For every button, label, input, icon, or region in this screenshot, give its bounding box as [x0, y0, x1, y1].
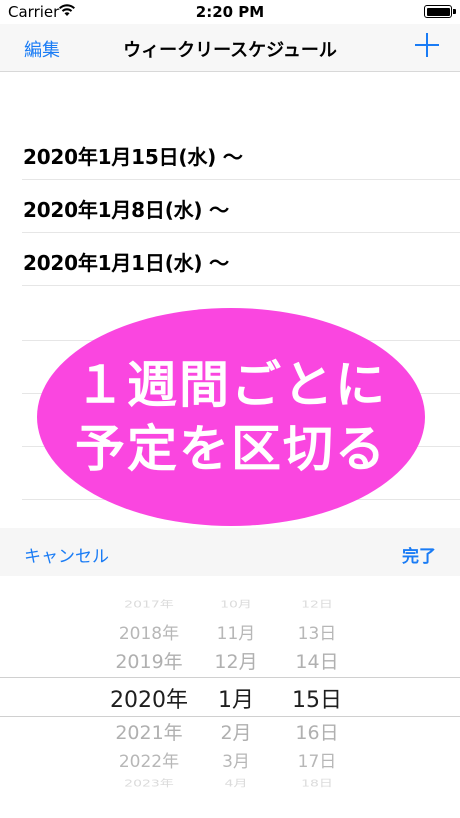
- list-item[interactable]: 2020年1月15日(水) 〜: [22, 127, 460, 180]
- picker-option[interactable]: 3月: [206, 747, 266, 772]
- battery-cap: [453, 9, 456, 14]
- status-bar: Carrier 2:20 PM: [0, 0, 460, 24]
- promo-text-line1: １週間ごとに: [75, 356, 387, 414]
- date-picker[interactable]: 2017年 2018年 2019年 2020年 2021年 2022年 2023年 10月 1…: [0, 576, 460, 818]
- navigation-bar: 編集 ウィークリースケジュール: [0, 24, 460, 72]
- promo-bubble: １週間ごとに 予定を区切る: [37, 308, 425, 526]
- picker-option[interactable]: 17日: [287, 747, 347, 772]
- picker-option[interactable]: 18日: [287, 776, 347, 790]
- picker-option[interactable]: 15日: [287, 682, 347, 714]
- status-time: 2:20 PM: [195, 3, 265, 21]
- list-item[interactable]: 2020年1月1日(水) 〜: [22, 233, 460, 286]
- month-column[interactable]: 10月 11月 12月 1月 2月 3月 4月: [206, 576, 266, 818]
- picker-option[interactable]: 2020年: [104, 682, 194, 714]
- picker-option[interactable]: 2022年: [104, 747, 194, 772]
- picker-option[interactable]: 2018年: [104, 619, 194, 644]
- picker-option[interactable]: 10月: [206, 597, 266, 611]
- day-column[interactable]: 12日 13日 14日 15日 16日 17日 18日: [287, 576, 347, 818]
- picker-option[interactable]: 13日: [287, 619, 347, 644]
- list-item-label: 2020年1月15日(水) 〜: [23, 145, 243, 169]
- picker-option[interactable]: 12月: [206, 647, 266, 674]
- schedule-list: 2020年1月15日(水) 〜 2020年1月8日(水) 〜 2020年1月1日…: [0, 127, 460, 286]
- picker-option[interactable]: 4月: [206, 776, 266, 790]
- picker-option[interactable]: 11月: [206, 619, 266, 644]
- picker-option[interactable]: 2021年: [104, 718, 194, 745]
- picker-toolbar: キャンセル 完了: [0, 528, 460, 576]
- done-button[interactable]: 完了: [402, 542, 436, 567]
- picker-option[interactable]: 1月: [206, 682, 266, 714]
- battery-icon: [424, 5, 452, 18]
- picker-option[interactable]: 2019年: [104, 647, 194, 674]
- list-item[interactable]: 2020年1月8日(水) 〜: [22, 180, 460, 233]
- list-item-label: 2020年1月8日(水) 〜: [23, 198, 229, 222]
- picker-option[interactable]: 2017年: [104, 597, 194, 611]
- page-title: ウィークリースケジュール: [123, 40, 337, 61]
- cancel-button[interactable]: キャンセル: [24, 542, 109, 567]
- picker-option[interactable]: 12日: [287, 597, 347, 611]
- list-item-label: 2020年1月1日(水) 〜: [23, 251, 229, 275]
- promo-text-line2: 予定を区切る: [75, 420, 387, 478]
- picker-option[interactable]: 2月: [206, 718, 266, 745]
- plus-icon[interactable]: [414, 32, 440, 58]
- picker-option[interactable]: 2023年: [104, 776, 194, 790]
- year-column[interactable]: 2017年 2018年 2019年 2020年 2021年 2022年 2023年: [104, 576, 194, 818]
- picker-option[interactable]: 16日: [287, 718, 347, 745]
- picker-option[interactable]: 14日: [287, 647, 347, 674]
